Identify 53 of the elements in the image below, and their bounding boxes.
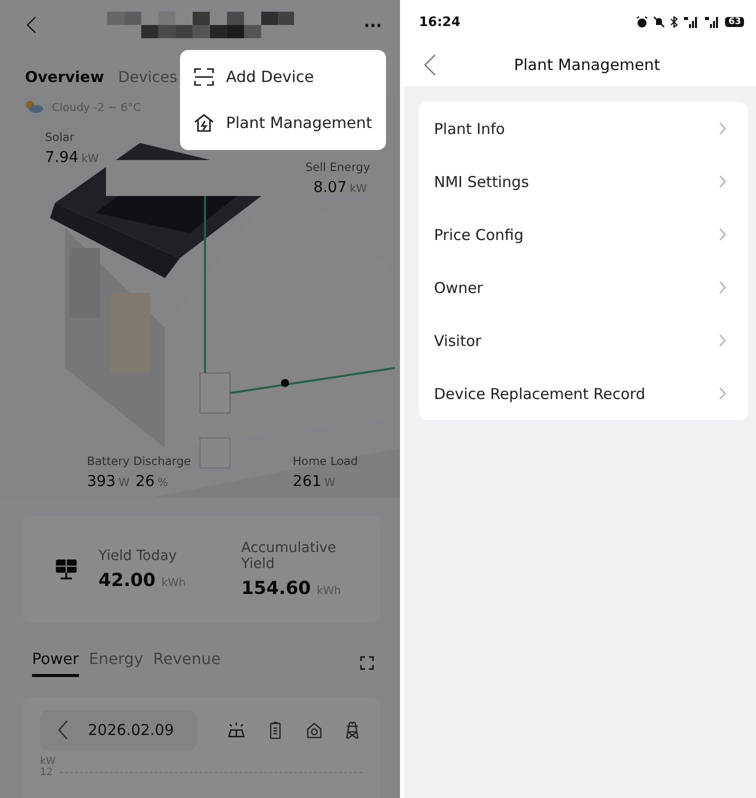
chevron-right-icon — [719, 387, 726, 400]
chevron-right-icon — [719, 175, 726, 188]
stat-label: Solar — [45, 130, 76, 144]
date-picker[interactable]: 2026.02.09 — [40, 710, 198, 750]
list-item[interactable]: NMI Settings — [419, 155, 748, 208]
house-bolt-icon — [194, 114, 214, 132]
stat-unit: W — [118, 476, 130, 489]
page-title: Plant Management — [514, 56, 660, 74]
stat-unit: % — [158, 476, 168, 489]
list-item[interactable]: Price Config — [419, 208, 748, 261]
stat-label: Sell Energy — [305, 160, 370, 174]
yield-value: 154.60 — [241, 578, 311, 598]
alarm-icon — [636, 16, 648, 28]
signal-icon — [683, 16, 700, 28]
stat-value: 8.07 — [313, 178, 347, 196]
stat-value: 393 — [87, 472, 116, 490]
battery-level: 63 — [725, 17, 744, 27]
stat-value: 26 — [136, 472, 155, 490]
status-time: 16:24 — [419, 14, 460, 30]
back-icon[interactable] — [58, 720, 68, 740]
stat-unit: kW — [350, 182, 367, 195]
tab[interactable]: Overview — [25, 68, 104, 86]
yield-label: Yield Today — [98, 548, 178, 564]
solar-panel-icon — [54, 557, 79, 581]
solar-panel-icon[interactable] — [227, 720, 246, 740]
list-item[interactable]: Owner — [419, 261, 748, 314]
chart-tab[interactable]: Power — [32, 650, 79, 676]
chevron-right-icon — [719, 122, 726, 135]
stat-value: 261 — [292, 472, 322, 490]
stat-value: 7.94 — [45, 148, 78, 166]
stat-label: Battery Discharge — [87, 454, 191, 468]
yield-label: Accumulative Yield — [241, 540, 338, 572]
bell-off-icon — [653, 16, 666, 28]
menu-item[interactable]: Add Device — [180, 54, 386, 100]
list-item[interactable]: Plant Info — [419, 102, 748, 155]
cloud-sun-icon — [24, 100, 44, 114]
date-text: 2026.02.09 — [88, 721, 174, 739]
chevron-right-icon — [719, 334, 726, 347]
yield-value: 42.00 — [98, 570, 156, 590]
list-item[interactable]: Device Replacement Record — [419, 367, 748, 420]
more-button[interactable]: ··· — [364, 16, 382, 34]
list-item[interactable]: Visitor — [419, 314, 748, 367]
chevron-right-icon — [719, 228, 726, 241]
scan-icon — [194, 68, 214, 86]
chevron-right-icon — [719, 281, 726, 294]
back-icon[interactable] — [424, 54, 436, 76]
stat-label: Home Load — [292, 454, 358, 468]
house-icon[interactable] — [304, 720, 324, 740]
bluetooth-icon — [670, 16, 678, 28]
signal-icon — [704, 16, 720, 28]
menu-item[interactable]: Plant Management — [180, 100, 386, 146]
stat-unit: kW — [81, 152, 99, 165]
expand-icon[interactable] — [360, 656, 374, 670]
